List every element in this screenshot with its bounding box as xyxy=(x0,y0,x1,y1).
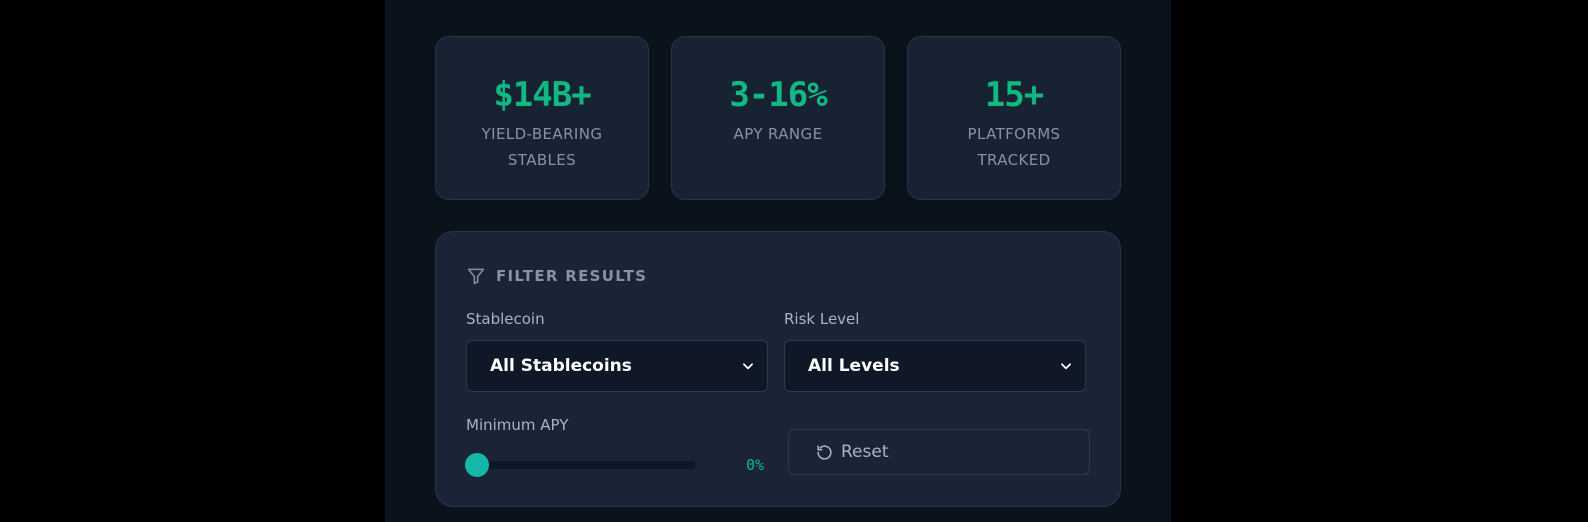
stat-card-market-size: $14B+ YIELD-BEARING STABLES xyxy=(435,36,649,200)
stat-value: 15+ xyxy=(984,75,1044,115)
filter-panel: FILTER RESULTS Stablecoin All Stablecoin… xyxy=(435,231,1121,507)
chevron-down-icon xyxy=(1061,363,1071,370)
stat-label: PLATFORMS TRACKED xyxy=(967,125,1061,169)
risk-level-label: Risk Level xyxy=(784,310,860,328)
stat-value: $14B+ xyxy=(493,75,591,115)
main-column: $14B+ YIELD-BEARING STABLES 3-16% APY RA… xyxy=(385,0,1171,522)
minimum-apy-label: Minimum APY xyxy=(466,416,569,434)
stablecoin-selected-value: All Stablecoins xyxy=(490,356,632,376)
chevron-down-icon xyxy=(743,363,753,370)
filter-header: FILTER RESULTS xyxy=(466,266,647,286)
stat-label: YIELD-BEARING STABLES xyxy=(481,125,603,169)
minimum-apy-slider[interactable] xyxy=(465,453,696,477)
reset-button-label: Reset xyxy=(841,442,889,462)
filter-title: FILTER RESULTS xyxy=(496,267,648,285)
stat-card-platforms: 15+ PLATFORMS TRACKED xyxy=(907,36,1121,200)
reset-icon xyxy=(817,444,832,460)
risk-level-selected-value: All Levels xyxy=(808,356,900,376)
slider-thumb[interactable] xyxy=(465,453,489,477)
risk-level-select[interactable]: All Levels xyxy=(784,340,1086,392)
minimum-apy-value: 0% xyxy=(745,456,764,474)
stablecoin-label: Stablecoin xyxy=(466,310,545,328)
stat-value: 3-16% xyxy=(729,75,827,115)
filter-icon xyxy=(467,268,485,285)
stat-card-apy-range: 3-16% APY RANGE xyxy=(671,36,885,200)
stat-label: APY RANGE xyxy=(733,125,823,143)
reset-button[interactable]: Reset xyxy=(788,429,1090,475)
stablecoin-select[interactable]: All Stablecoins xyxy=(466,340,768,392)
